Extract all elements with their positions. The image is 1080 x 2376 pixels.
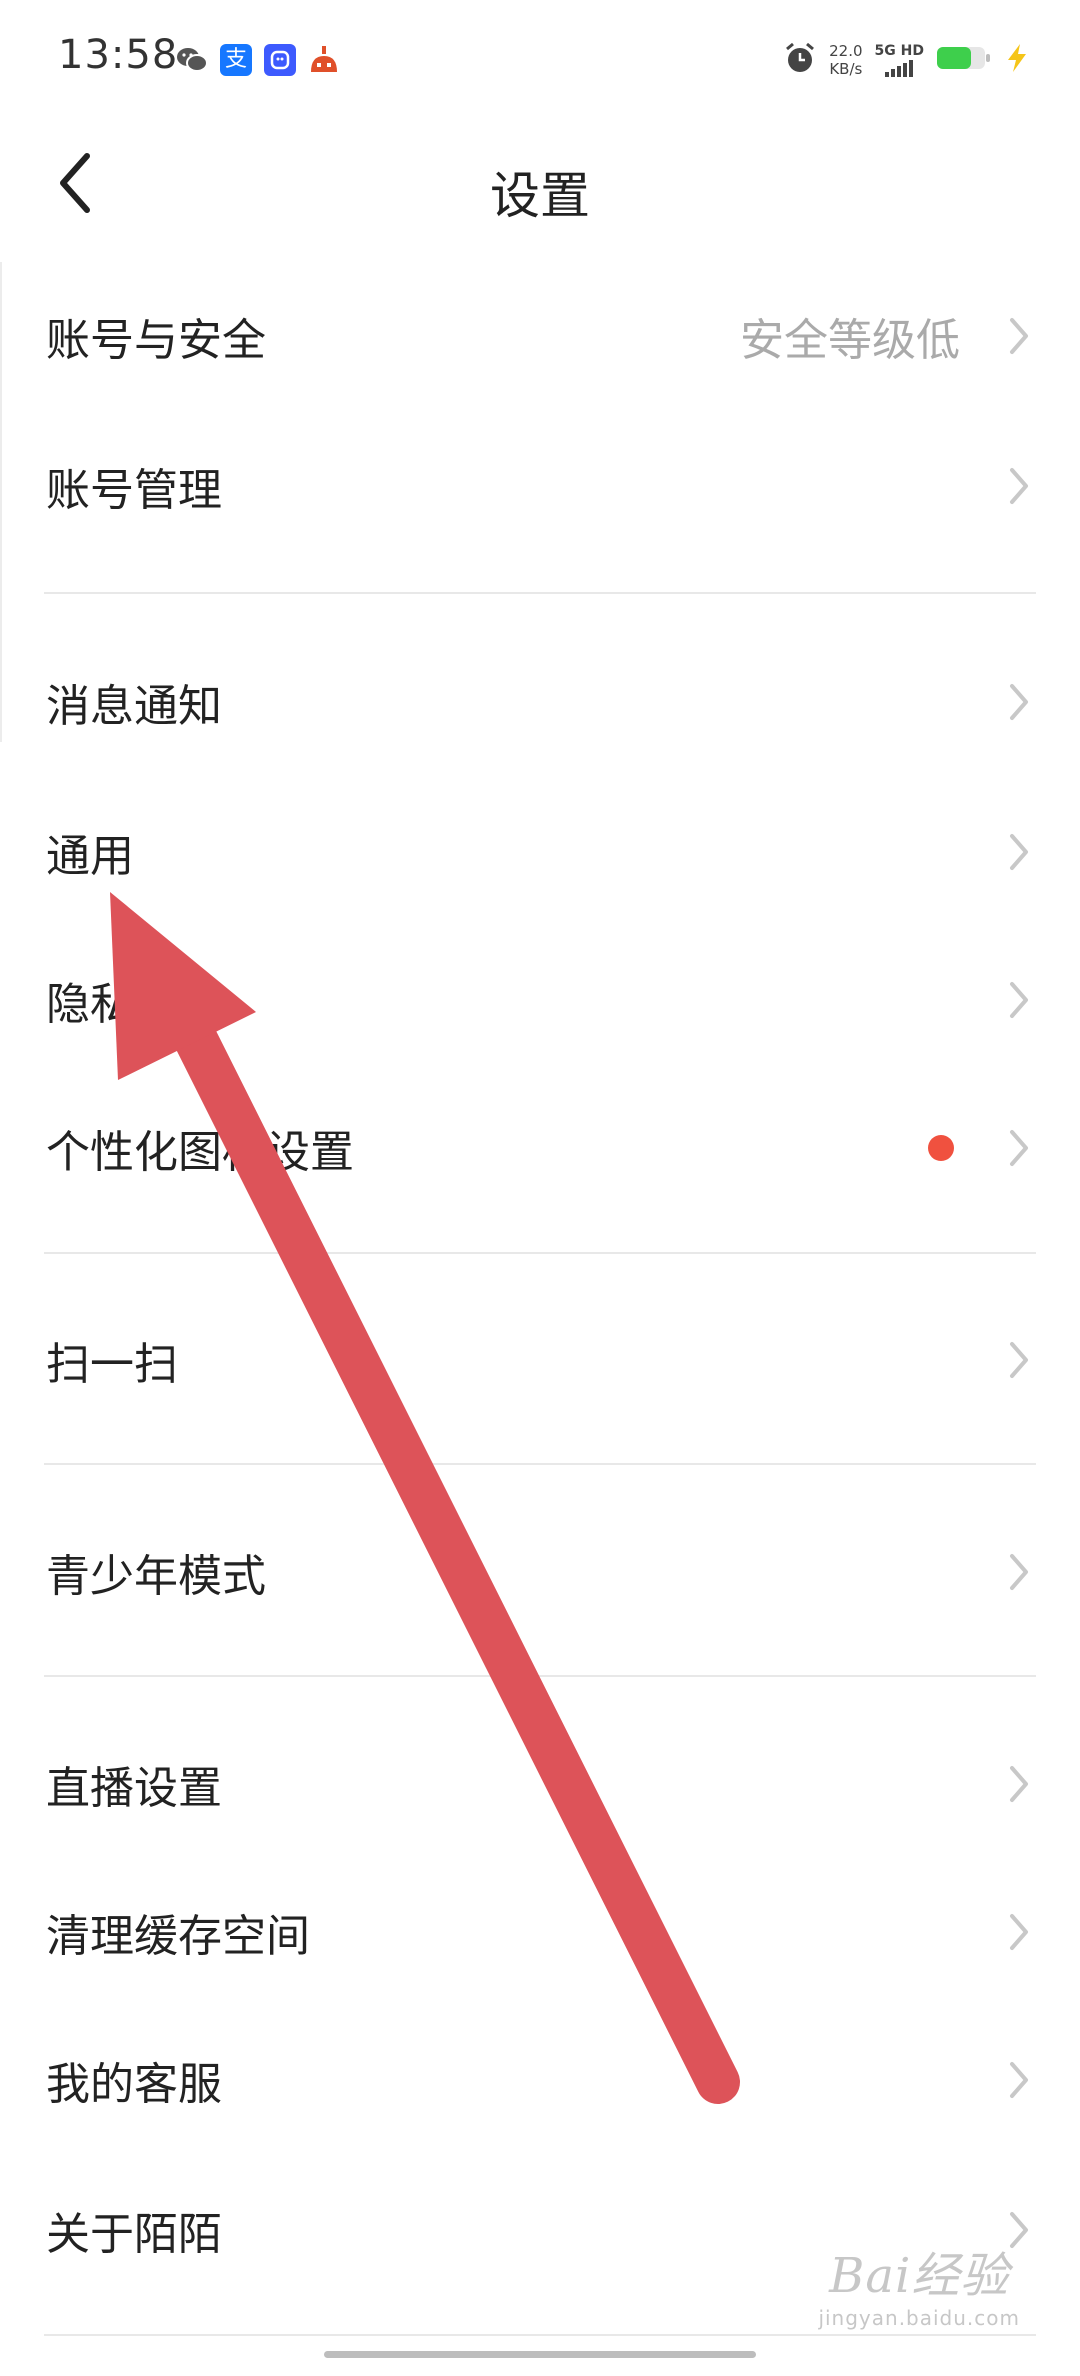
chevron-right-icon [1010,982,1028,1018]
watermark-logo: Bai经验 [829,2248,1010,2304]
row-label: 账号管理 [46,465,222,516]
section-divider [44,1675,1036,1677]
row-label: 直播设置 [46,1763,222,1814]
chevron-right-icon [1010,468,1028,504]
row-label: 账号与安全 [46,315,266,366]
chevron-right-icon [1010,1554,1028,1590]
new-badge-dot [928,1135,954,1161]
settings-row-customer-service[interactable]: 我的客服 [0,2010,1080,2150]
settings-row-personalized-icon[interactable]: 个性化图标设置 [0,1078,1080,1218]
page-title: 设置 [490,167,590,225]
app-notification-icon [308,44,340,76]
row-label: 关于陌陌 [46,2209,222,2260]
chevron-right-icon [1010,2062,1028,2098]
row-label: 隐私 [46,979,134,1030]
alarm-icon [783,41,817,79]
section-divider [44,2334,1036,2336]
nav-header: 设置 [0,118,1080,248]
settings-row-teen-mode[interactable]: 青少年模式 [0,1502,1080,1642]
network-type-label: 5G HD [874,43,924,59]
security-level-value: 安全等级低 [740,315,960,366]
section-divider [44,592,1036,594]
settings-row-scan[interactable]: 扫一扫 [0,1290,1080,1430]
settings-row-live-settings[interactable]: 直播设置 [0,1714,1080,1854]
chevron-right-icon [1010,1914,1028,1950]
network-speed: 22.0 KB/s [829,42,862,78]
alipay-icon: 支 [220,44,252,76]
watermark: Bai经验 jingyan.baidu.com [818,2236,1020,2330]
qq-icon [264,44,296,76]
chevron-right-icon [1010,1342,1028,1378]
chevron-right-icon [1010,684,1028,720]
alipay-glyph: 支 [224,47,247,72]
wechat-icon [176,44,208,76]
status-bar: 13:58 支 22.0 KB/s 5G HD [0,0,1080,118]
row-label: 我的客服 [46,2059,222,2110]
status-indicators: 22.0 KB/s 5G HD [783,38,1030,82]
network-speed-unit: KB/s [829,60,863,78]
row-label: 扫一扫 [46,1339,178,1390]
row-label: 青少年模式 [46,1551,266,1602]
row-label: 清理缓存空间 [46,1911,310,1962]
section-divider [44,1463,1036,1465]
chevron-right-icon [1010,834,1028,870]
chevron-right-icon [1010,1130,1028,1166]
signal-icon [885,59,914,77]
network-type: 5G HD [875,43,924,77]
watermark-url: jingyan.baidu.com [818,2306,1020,2330]
settings-row-general[interactable]: 通用 [0,782,1080,922]
settings-row-account-manage[interactable]: 账号管理 [0,416,1080,556]
screen: 13:58 支 22.0 KB/s 5G HD 设置 账号与安全 安全等级低 账… [0,0,1080,2376]
network-speed-value: 22.0 [829,42,863,60]
row-label: 个性化图标设置 [46,1127,354,1178]
row-label: 消息通知 [46,681,222,732]
chevron-right-icon [1010,318,1028,354]
settings-row-account-security[interactable]: 账号与安全 安全等级低 [0,266,1080,406]
status-app-icons: 支 [176,42,340,78]
settings-row-notifications[interactable]: 消息通知 [0,632,1080,772]
chevron-right-icon [1010,1766,1028,1802]
row-label: 通用 [46,831,134,882]
section-divider [44,1252,1036,1254]
home-indicator[interactable] [324,2351,756,2358]
status-time: 13:58 [58,32,179,78]
settings-row-clear-cache[interactable]: 清理缓存空间 [0,1862,1080,2002]
charging-icon [1004,43,1030,77]
battery-icon [936,44,992,76]
settings-row-privacy[interactable]: 隐私 [0,930,1080,1070]
